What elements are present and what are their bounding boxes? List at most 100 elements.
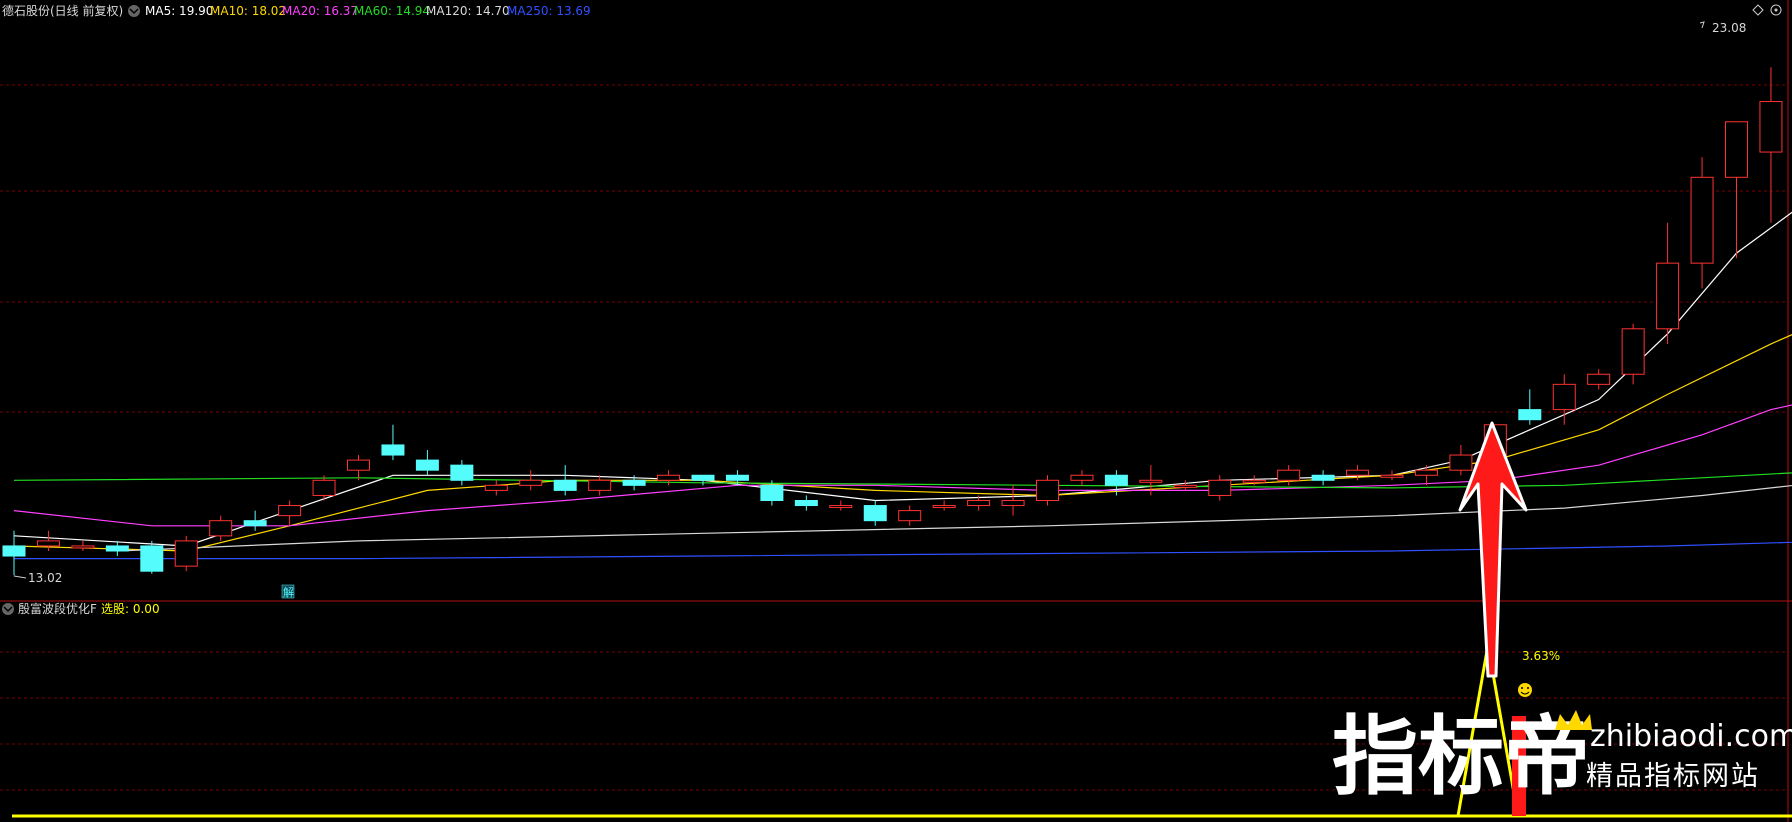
indicator-title: 殷富波段优化F: [18, 601, 97, 616]
panel-controls: [1752, 4, 1782, 16]
event-marker[interactable]: 解: [281, 584, 295, 599]
candle: [36, 530, 60, 551]
candle-body: [1380, 474, 1404, 478]
high-price-label: 23.08: [1712, 21, 1746, 35]
candle-body: [932, 505, 956, 509]
candle-body: [1104, 474, 1128, 486]
candle-body: [1036, 479, 1059, 501]
candle-body: [1277, 469, 1301, 481]
settings-icon[interactable]: [1770, 4, 1782, 16]
high-price-marker: 23.08: [1699, 21, 1746, 35]
candle: [1587, 369, 1611, 390]
candle: [140, 540, 164, 574]
candle-body: [347, 459, 370, 471]
candle: [278, 500, 302, 526]
ma-legend-item: MA60: 14.94: [354, 4, 430, 18]
candle: [1518, 389, 1542, 425]
candle-body: [1690, 176, 1714, 264]
candle-body: [1656, 262, 1680, 330]
ma-legend: MA5: 19.90MA10: 18.02MA20: 16.37MA60: 14…: [145, 4, 591, 18]
candle: [71, 540, 95, 551]
candle: [1621, 323, 1645, 385]
candle-body: [622, 479, 646, 486]
candlesticks: [2, 67, 1783, 576]
candle-body: [1173, 484, 1197, 488]
candle: [1449, 444, 1473, 476]
candle-body: [898, 510, 922, 522]
ma-line-ma250: [14, 541, 1792, 560]
candle: [1759, 67, 1783, 223]
ma-legend-item: MA120: 14.70: [426, 4, 510, 18]
candle-body: [1449, 454, 1473, 471]
candle: [1311, 470, 1335, 486]
candle: [1380, 470, 1404, 481]
candle-body: [1139, 479, 1163, 483]
ma-line-ma60: [13, 472, 1792, 489]
candle-body: [1759, 101, 1783, 153]
candle: [484, 480, 508, 496]
stock-chart-canvas: 德石股份(日线 前复权) MA5: 19.90MA10: 18.02MA20: …: [0, 0, 1792, 822]
candle: [553, 465, 577, 496]
candle-body: [415, 459, 439, 471]
candle: [1070, 470, 1094, 486]
candle: [657, 470, 681, 486]
candle-body: [36, 540, 60, 547]
ma-legend-item: MA250: 13.69: [507, 4, 591, 18]
collapse-toggle-icon[interactable]: [128, 5, 140, 17]
candle: [1690, 157, 1714, 289]
candle: [1656, 222, 1680, 344]
watermark-brand: 指标帝: [1332, 707, 1590, 807]
candle: [1552, 374, 1576, 425]
candle: [415, 450, 439, 476]
candle-body: [140, 545, 164, 572]
candle: [2, 530, 26, 576]
candle: [105, 540, 129, 557]
candle: [243, 510, 267, 531]
candle: [932, 500, 956, 511]
watermark: 指标帝 zhibiaodi.com 精品指标网站: [1332, 707, 1792, 807]
ma-line-ma120: [117, 484, 1792, 552]
candle: [1414, 465, 1438, 486]
candle-body: [829, 505, 853, 509]
candle-body: [1518, 409, 1542, 421]
candle-body: [484, 484, 508, 491]
candle-body: [209, 520, 233, 537]
candle-body: [2, 545, 26, 557]
candle: [1036, 475, 1059, 506]
indicator-toggle-icon[interactable]: [2, 603, 14, 615]
candle: [174, 535, 198, 572]
candle-body: [1587, 373, 1611, 385]
indicator-panel-header: 殷富波段优化F 选股: 0.00: [2, 601, 160, 616]
candle-body: [1621, 328, 1645, 375]
low-price-label: 13.02: [28, 571, 62, 585]
candle-body: [588, 479, 612, 491]
candle: [1725, 121, 1748, 259]
candle-body: [794, 500, 818, 507]
candle-body: [1070, 474, 1094, 481]
candle-body: [1552, 383, 1576, 411]
price-panel-header: 德石股份(日线 前复权) MA5: 19.90MA10: 18.02MA20: …: [2, 3, 591, 18]
diamond-icon[interactable]: [1752, 4, 1764, 16]
low-price-marker: 13.02: [13, 571, 62, 585]
candle-body: [312, 479, 336, 496]
candle-body: [725, 474, 749, 481]
stock-title: 德石股份(日线 前复权): [2, 3, 123, 18]
candle-body: [691, 474, 715, 481]
candle: [794, 495, 818, 511]
candle-body: [519, 479, 543, 486]
candle: [381, 424, 405, 461]
candle-body: [243, 520, 267, 527]
event-marker-label: 解: [283, 585, 294, 599]
ma-legend-item: MA5: 19.90: [145, 4, 213, 18]
indicator-field: 选股: 0.00: [101, 602, 160, 616]
price-grid: [0, 84, 1788, 413]
candle-body: [553, 479, 577, 491]
candle-body: [1311, 474, 1335, 481]
candle-body: [657, 474, 681, 481]
candle: [829, 500, 853, 511]
ma-legend-item: MA20: 16.37: [282, 4, 358, 18]
ma-legend-item: MA10: 18.02: [210, 4, 286, 18]
candle-body: [967, 500, 991, 507]
candle-body: [1001, 500, 1025, 507]
candle: [519, 470, 543, 491]
